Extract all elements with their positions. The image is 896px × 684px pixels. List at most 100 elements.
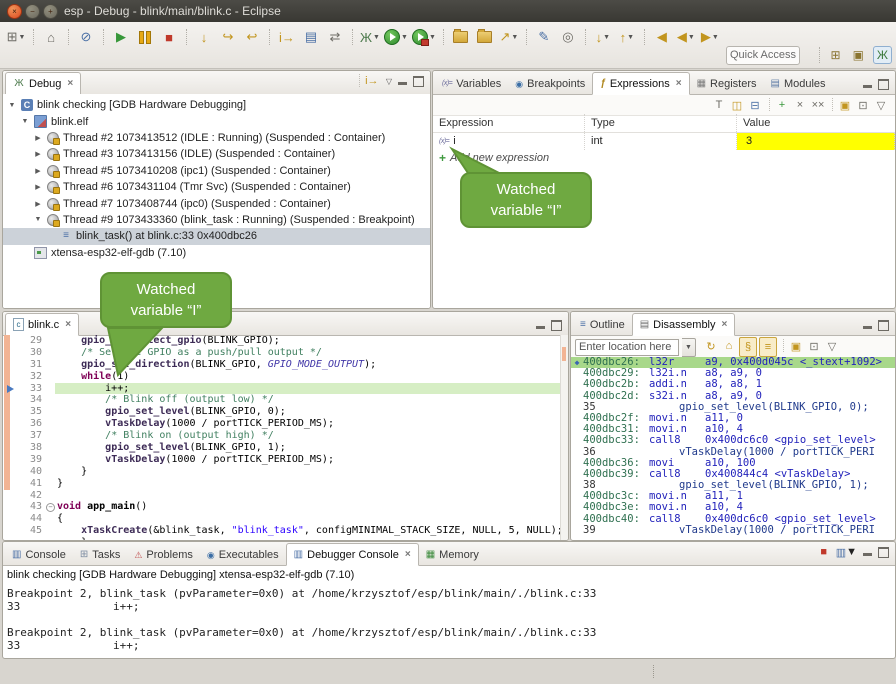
quick-access-button[interactable]: Quick Access xyxy=(726,46,800,65)
maximize-view-icon[interactable] xyxy=(878,547,889,558)
view-menu-icon[interactable]: ▽ xyxy=(873,96,889,114)
external-tools-icon[interactable]: ▼ xyxy=(410,26,438,48)
back-history-icon[interactable]: ◀▼ xyxy=(674,26,698,48)
location-input[interactable]: Enter location here xyxy=(575,339,679,356)
close-icon[interactable]: × xyxy=(405,549,411,560)
debug-tree-item[interactable]: xtensa-esp32-elf-gdb (7.10) xyxy=(3,245,430,261)
add-expression-icon[interactable]: + xyxy=(774,96,790,114)
new-expressions-view-icon[interactable]: ▣ xyxy=(837,96,853,114)
pin-view-icon[interactable]: ⊡ xyxy=(806,337,822,355)
open-perspective-icon[interactable]: ⊞ xyxy=(828,47,844,63)
debug-icon[interactable]: Ж▼ xyxy=(358,26,382,48)
tab-expressions[interactable]: ƒ Expressions × xyxy=(592,72,689,95)
close-icon[interactable]: × xyxy=(722,319,728,330)
tab-debug[interactable]: Ж Debug × xyxy=(5,72,81,95)
debug-perspective-icon[interactable]: Ж xyxy=(873,46,892,64)
skip-all-breakpoints-icon[interactable]: ⊘ xyxy=(74,26,98,48)
debug-tree-item[interactable]: ▼Cblink checking [GDB Hardware Debugging… xyxy=(3,97,430,113)
column-header-type[interactable]: Type xyxy=(585,114,737,132)
step-return-icon[interactable]: ↩ xyxy=(240,26,264,48)
show-debug-output-icon[interactable]: ▤ xyxy=(299,26,323,48)
tab-console[interactable]: ▥ Console xyxy=(5,544,73,565)
minimize-view-icon[interactable] xyxy=(863,553,872,556)
maximize-view-icon[interactable] xyxy=(878,79,889,90)
console-output[interactable]: Breakpoint 2, blink_task (pvParameter=0x… xyxy=(3,585,895,658)
view-menu-icon[interactable]: ▽ xyxy=(386,77,392,86)
overview-ruler[interactable] xyxy=(560,335,568,540)
debug-tree-item[interactable]: ▶Thread #5 1073410208 (ipc1) (Suspended … xyxy=(3,163,430,179)
tab-modules[interactable]: ▤ Modules xyxy=(764,73,833,94)
flash-icon[interactable]: ↗▼ xyxy=(497,26,521,48)
view-menu-icon[interactable]: ▽ xyxy=(824,337,840,355)
tab-breakpoints[interactable]: ◉ Breakpoints xyxy=(508,73,592,94)
close-icon[interactable]: × xyxy=(67,78,73,89)
new-disassembly-view-icon[interactable]: ▣ xyxy=(788,337,804,355)
tab-memory[interactable]: ▦ Memory xyxy=(419,544,486,565)
minimize-view-icon[interactable] xyxy=(863,326,872,329)
expression-value-highlighted[interactable]: 3 xyxy=(737,133,895,150)
terminate-icon[interactable]: ■ xyxy=(157,26,181,48)
minimize-view-icon[interactable] xyxy=(536,326,545,329)
last-edit-location-icon[interactable]: ↓▼ xyxy=(591,26,615,48)
debug-tree-item[interactable]: ▶Thread #7 1073408744 (ipc0) (Suspended … xyxy=(3,195,430,211)
minimize-view-icon[interactable] xyxy=(398,82,407,85)
resume-icon[interactable]: ▶ xyxy=(109,26,133,48)
debug-tree-item[interactable]: ≡blink_task() at blink.c:33 0x400dbc26 xyxy=(3,228,430,244)
column-header-value[interactable]: Value xyxy=(737,114,895,132)
tab-tasks[interactable]: ⊞ Tasks xyxy=(73,544,128,565)
sync-with-source-icon[interactable]: ≡ xyxy=(759,337,777,357)
build-icon[interactable]: ⌂ xyxy=(39,26,63,48)
debug-tree-item[interactable]: ▶Thread #6 1073431104 (Tmr Svc) (Suspend… xyxy=(3,179,430,195)
column-header-expression[interactable]: Expression xyxy=(433,114,585,132)
refresh-view-icon[interactable]: ↻ xyxy=(703,337,719,355)
remove-all-expressions-icon[interactable]: ×× xyxy=(810,96,826,114)
close-button[interactable]: × xyxy=(7,4,22,19)
pin-view-icon[interactable]: ⊡ xyxy=(855,96,871,114)
minimize-button[interactable]: − xyxy=(25,4,40,19)
collapse-all-icon[interactable]: ⊟ xyxy=(747,96,763,114)
maximize-view-icon[interactable] xyxy=(413,76,424,87)
display-selected-console-icon[interactable]: ▥▼ xyxy=(836,543,857,561)
go-to-line-icon[interactable]: ↑▼ xyxy=(615,26,639,48)
debug-tree-item[interactable]: ▶Thread #2 1073413512 (IDLE : Running) (… xyxy=(3,130,430,146)
tab-problems[interactable]: ⚠ Problems xyxy=(127,544,200,565)
tab-executables[interactable]: ◉ Executables xyxy=(200,544,286,565)
location-dropdown-icon[interactable]: ▼ xyxy=(682,338,696,357)
back-icon[interactable]: ◀ xyxy=(650,26,674,48)
step-over-icon[interactable]: ↪ xyxy=(216,26,240,48)
tab-disassembly[interactable]: ▤ Disassembly × xyxy=(632,313,736,336)
home-icon[interactable]: ⌂ xyxy=(721,337,737,355)
run-icon[interactable]: ▼ xyxy=(382,26,410,48)
debug-tree-item[interactable]: ▼Thread #9 1073433360 (blink_task : Runn… xyxy=(3,212,430,228)
track-expression-icon[interactable]: § xyxy=(739,337,757,357)
suspend-icon[interactable] xyxy=(133,26,157,48)
open-project-icon[interactable] xyxy=(449,26,473,48)
tab-blink-c[interactable]: c blink.c × xyxy=(5,313,79,336)
debug-tree-item[interactable]: ▶Thread #3 1073413156 (IDLE) (Suspended … xyxy=(3,146,430,162)
instruction-stepping-mode-icon[interactable]: i→ xyxy=(364,72,380,90)
terminate-console-icon[interactable]: ■ xyxy=(816,543,832,561)
new-wizard-icon[interactable]: ⊞▼ xyxy=(4,26,28,48)
show-logical-structure-icon[interactable]: ◫ xyxy=(729,96,745,114)
tab-debugger-console[interactable]: ▥ Debugger Console × xyxy=(286,543,419,566)
trace-control-icon[interactable]: ⇄ xyxy=(323,26,347,48)
search-icon[interactable]: ◎ xyxy=(556,26,580,48)
disassembly-listing[interactable]: ◆400dbc26:l32ra9, 0x400d045c <_stext+109… xyxy=(571,357,895,540)
format-icon[interactable]: ✎ xyxy=(532,26,556,48)
maximize-button[interactable]: + xyxy=(43,4,58,19)
close-icon[interactable]: × xyxy=(65,319,71,330)
instruction-stepping-icon[interactable]: i→ xyxy=(275,26,299,48)
maximize-view-icon[interactable] xyxy=(878,320,889,331)
minimize-view-icon[interactable] xyxy=(863,85,872,88)
remove-expression-icon[interactable]: × xyxy=(792,96,808,114)
tab-registers[interactable]: ▦ Registers xyxy=(690,73,764,94)
step-into-icon[interactable]: ↓ xyxy=(192,26,216,48)
code-editor[interactable]: 29 gpio_pad_select_gpio(BLINK_GPIO);30 /… xyxy=(3,335,561,540)
close-icon[interactable]: × xyxy=(676,78,682,89)
tab-outline[interactable]: ≡ Outline xyxy=(573,314,632,335)
tab-variables[interactable]: (x)= Variables xyxy=(435,73,508,94)
forward-icon[interactable]: ▶▼ xyxy=(698,26,722,48)
maximize-view-icon[interactable] xyxy=(551,320,562,331)
cpp-perspective-icon[interactable]: ▣ xyxy=(850,47,867,63)
debug-tree-item[interactable]: ▼blink.elf xyxy=(3,113,430,129)
